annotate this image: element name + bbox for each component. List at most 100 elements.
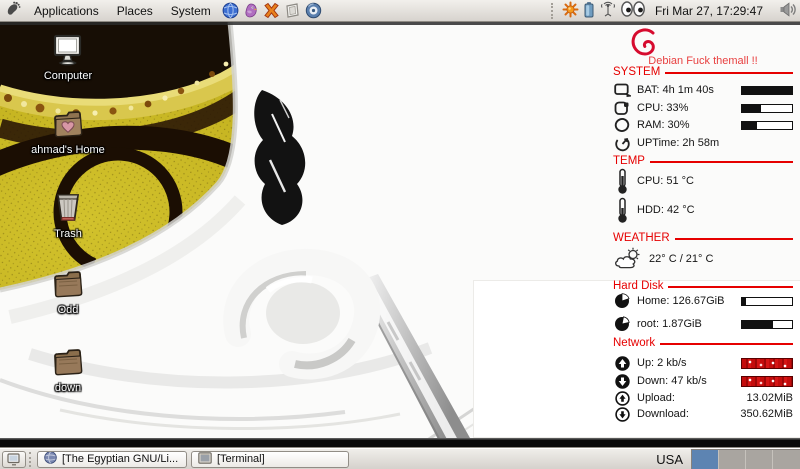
home-disk-label: Home: 126.67GiB [637,295,724,307]
desktop-icon-label: Computer [26,70,110,82]
conky-section-harddisk: Hard Disk [613,280,793,292]
window-button-browser[interactable]: [The Egyptian GNU/Li... [37,451,187,468]
window-title: [Terminal] [217,453,265,465]
terminal-window-icon [198,452,212,467]
pidgin-icon[interactable] [243,2,259,19]
desktop-icon-label: down [26,382,110,394]
desktop-screen: Applications Places System [0,0,800,469]
top-panel: Applications Places System [0,0,800,22]
conky-row-ram: RAM: 30% [613,117,793,133]
desktop-icon-trash[interactable]: Trash [26,190,110,240]
volume-icon[interactable] [779,1,797,21]
trash-icon [26,190,110,226]
folder-icon [26,268,110,302]
menu-places[interactable]: Places [108,0,162,22]
eyes-icon[interactable] [621,1,645,20]
desktop-icon-home[interactable]: ahmad's Home [26,108,110,156]
desktop-area[interactable]: Computer ahmad's Home Tra [0,22,800,448]
ram-icon [613,117,631,133]
menu-system-label: System [171,4,211,18]
section-header-label: TEMP [613,155,645,167]
conky-row-cpu-temp: CPU: 51 °C [613,168,793,194]
weather-value: 22° C / 21° C [649,253,713,265]
conky-row-down: Down: 47 kb/s [613,373,793,389]
menu-applications-label: Applications [34,4,99,18]
bottom-panel: [The Egyptian GNU/Li... [Terminal] USA [0,448,800,469]
gnome-foot-icon[interactable] [0,1,25,21]
uptime-label: UPTime: 2h 58m [637,137,719,149]
cpu-icon [613,100,631,116]
wireless-icon[interactable] [599,1,617,21]
disk-pie-icon [613,316,631,332]
upload-value: 13.02MiB [747,392,793,404]
battery-label: BAT: 4h 1m 40s [637,84,714,96]
workspace-4[interactable] [773,450,800,469]
desktop-icon-label: Trash [26,228,110,240]
down-speed-graph [741,376,793,387]
download-value: 350.62MiB [740,408,793,420]
uptime-clock-icon [613,135,631,152]
download-label: Download: [637,408,689,420]
upload-label: Upload: [637,392,675,404]
conky-row-cpu: CPU: 33% [613,100,793,116]
panel-clock[interactable]: Fri Mar 27, 17:29:47 [649,4,769,18]
applet-handle[interactable] [551,3,555,19]
home-folder-icon [26,108,110,142]
workspace-1[interactable] [692,450,719,469]
battery-bar [741,86,793,95]
workspace-3[interactable] [746,450,773,469]
up-speed-graph [741,358,793,369]
window-list-handle[interactable] [29,452,34,467]
projector-icon[interactable] [284,2,301,19]
cpu-temp-label: CPU: 51 °C [637,175,694,187]
thermometer-icon [613,168,631,195]
up-arrow-filled-icon [613,356,631,371]
folder-icon [26,346,110,380]
up-arrow-outline-icon [613,391,631,406]
window-title: [The Egyptian GNU/Li... [62,453,178,465]
launcher-icons [222,2,322,19]
conky-row-weather: 22° C / 21° C [613,246,793,272]
desktop-icon-odd[interactable]: Odd [26,268,110,316]
conky-row-upload: Upload: 13.02MiB [613,390,793,406]
top-panel-status-area: Fri Mar 27, 17:29:47 [548,1,800,21]
conky-row-home-disk: Home: 126.67GiB [613,293,793,309]
menu-applications[interactable]: Applications [25,0,108,22]
show-desktop-button[interactable] [2,451,26,468]
keyboard-layout-indicator[interactable]: USA [656,452,691,467]
battery-status-icon [613,83,631,97]
xchat-icon[interactable] [263,2,280,19]
desktop-icon-down[interactable]: down [26,346,110,394]
computer-icon [26,34,110,68]
home-disk-bar [741,297,793,306]
battery-icon[interactable] [583,1,595,21]
ram-label: RAM: 30% [637,119,690,131]
conky-section-weather: WEATHER [613,232,793,244]
conky-section-system: SYSTEM [613,66,793,78]
conky-row-uptime: UPTime: 2h 58m [613,135,793,151]
media-player-icon[interactable] [305,2,322,19]
web-browser-icon[interactable] [222,2,239,19]
section-header-label: SYSTEM [613,66,660,78]
cpu-bar [741,104,793,113]
workspace-switcher [691,449,800,469]
desktop-icon-computer[interactable]: Computer [26,34,110,82]
section-header-label: Network [613,337,655,349]
conky-row-hdd-temp: HDD: 42 °C [613,197,793,223]
workspace-2[interactable] [719,450,746,469]
brightness-icon[interactable] [562,1,579,21]
hdd-temp-label: HDD: 42 °C [637,204,695,216]
sun-cloud-icon [613,247,643,271]
cpu-label: CPU: 33% [637,102,688,114]
disk-pie-icon [613,293,631,309]
up-label: Up: 2 kb/s [637,357,687,369]
root-disk-label: root: 1.87GiB [637,318,702,330]
conky-row-up: Up: 2 kb/s [613,355,793,371]
conky-row-root-disk: root: 1.87GiB [613,316,793,332]
menu-system[interactable]: System [162,0,220,22]
window-button-terminal[interactable]: [Terminal] [191,451,349,468]
conky-row-battery: BAT: 4h 1m 40s [613,82,793,98]
desktop-icon-label: ahmad's Home [26,144,110,156]
down-arrow-outline-icon [613,407,631,422]
browser-window-icon [44,451,57,467]
